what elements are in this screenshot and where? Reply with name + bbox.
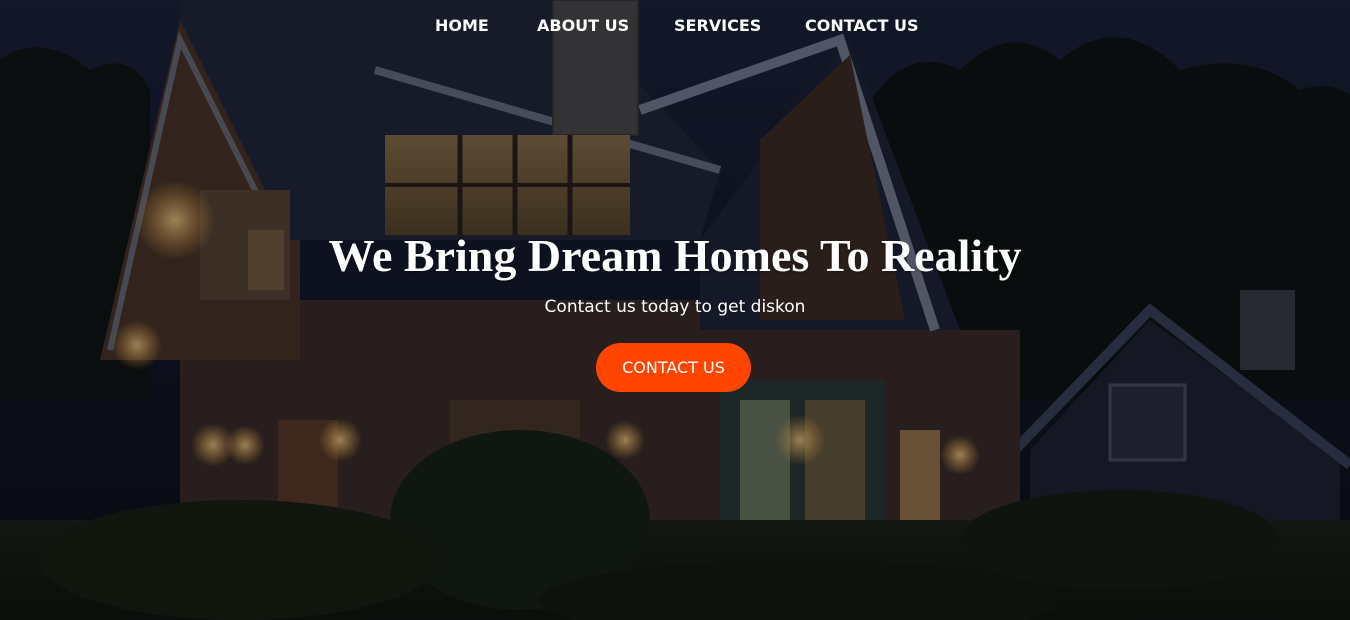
- hero-headline: We Bring Dream Homes To Reality: [328, 230, 1022, 281]
- main-nav: HOME ABOUT US SERVICES CONTACT US: [0, 0, 1350, 50]
- nav-services[interactable]: SERVICES: [674, 16, 761, 36]
- hero-subtitle: Contact us today to get diskon: [544, 297, 806, 317]
- nav-contact-us[interactable]: CONTACT US: [805, 16, 919, 36]
- nav-about-us[interactable]: ABOUT US: [537, 16, 629, 36]
- nav-home[interactable]: HOME: [435, 16, 489, 36]
- hero-section: HOME ABOUT US SERVICES CONTACT US We Bri…: [0, 0, 1350, 620]
- contact-us-button[interactable]: CONTACT US: [596, 343, 751, 392]
